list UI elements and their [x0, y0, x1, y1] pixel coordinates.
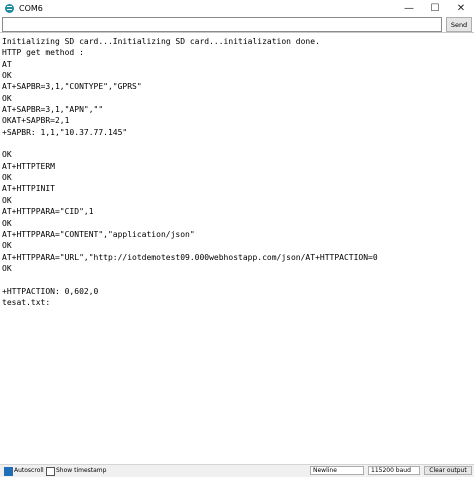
console-line: tesat.txt:	[2, 297, 51, 307]
maximize-button[interactable]: ☐	[422, 0, 448, 16]
console-line: AT	[2, 59, 12, 69]
minimize-button[interactable]: —	[396, 0, 422, 16]
console-line: OK	[2, 150, 12, 160]
console-line: AT+SAPBR=3,1,"APN",""	[2, 105, 104, 115]
console-line: +SAPBR: 1,1,"10.37.77.145"	[2, 127, 128, 137]
clear-output-button[interactable]: Clear output	[424, 466, 472, 475]
autoscroll-checkbox[interactable]	[4, 467, 13, 476]
console-line: AT+SAPBR=3,1,"CONTYPE","GPRS"	[2, 82, 142, 92]
console-line: OK	[2, 263, 12, 273]
serial-command-input[interactable]	[2, 17, 442, 32]
console-line: +HTTPACTION: 0,602,0	[2, 286, 99, 296]
baud-rate-select[interactable]: 115200 baud	[368, 466, 420, 475]
send-bar: Send	[0, 17, 474, 33]
console-line: AT+HTTPPARA="URL","http://iotdemotest09.…	[2, 252, 378, 262]
serial-output[interactable]: Initializing SD card...Initializing SD c…	[0, 32, 474, 465]
status-bar: Autoscroll Show timestamp Newline 115200…	[0, 464, 474, 477]
serial-output-lines: Initializing SD card...Initializing SD c…	[2, 36, 474, 308]
show-timestamp-label: Show timestamp	[56, 467, 107, 474]
console-line: AT+HTTPTERM	[2, 161, 55, 171]
console-line: OK	[2, 93, 12, 103]
window-controls: — ☐ ✕	[396, 0, 474, 16]
close-button[interactable]: ✕	[448, 0, 474, 16]
show-timestamp-checkbox[interactable]	[46, 467, 55, 476]
window-title: COM6	[19, 3, 43, 13]
console-line: OK	[2, 195, 12, 205]
console-line: AT+HTTPPARA="CID",1	[2, 207, 94, 217]
console-line: HTTP get method :	[2, 48, 84, 58]
console-line: Initializing SD card...Initializing SD c…	[2, 37, 320, 46]
title-bar: COM6 — ☐ ✕	[0, 0, 474, 16]
line-ending-select[interactable]: Newline	[310, 466, 364, 475]
console-line: AT+HTTPPARA="CONTENT","application/json"	[2, 229, 195, 239]
console-line: OK	[2, 71, 12, 81]
send-button[interactable]: Send	[446, 17, 472, 32]
autoscroll-label: Autoscroll	[14, 467, 44, 474]
console-line: OKAT+SAPBR=2,1	[2, 116, 70, 126]
console-line: OK	[2, 241, 12, 251]
console-line: OK	[2, 173, 12, 183]
console-line: OK	[2, 218, 12, 228]
arduino-icon	[5, 3, 14, 13]
console-line: AT+HTTPINIT	[2, 184, 55, 194]
